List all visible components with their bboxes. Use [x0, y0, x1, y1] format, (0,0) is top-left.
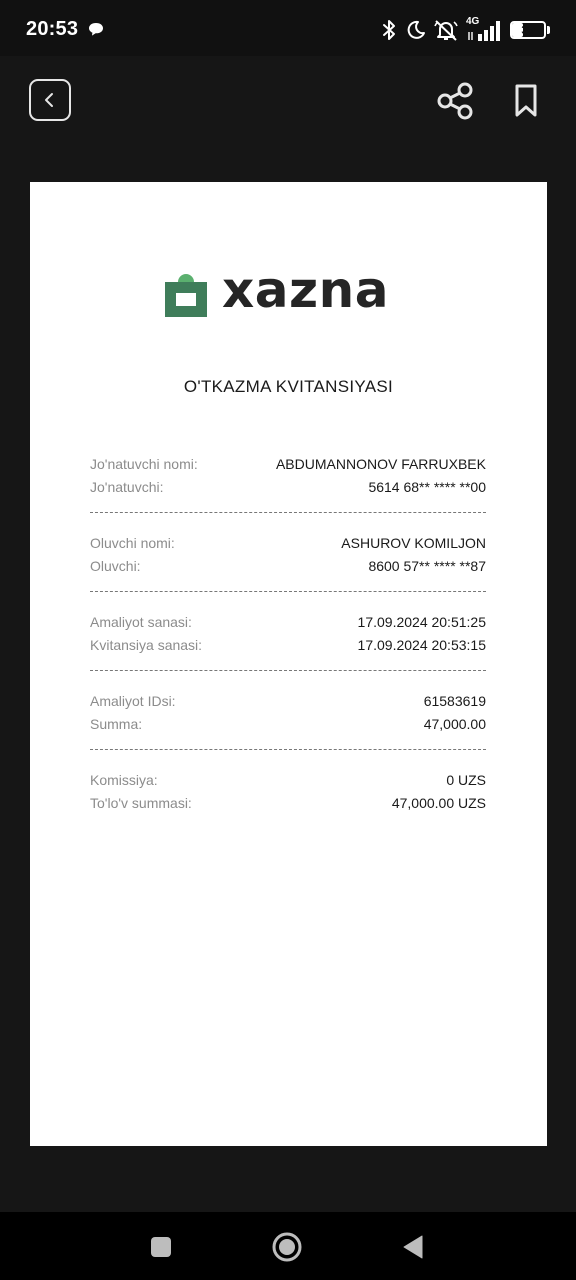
- row-label: Jo'natuvchi nomi:: [90, 455, 198, 472]
- receipt-title: O'TKAZMA KVITANSIYASI: [183, 377, 394, 396]
- share-button[interactable]: [436, 82, 476, 120]
- signal-4g-icon: 4G: [466, 16, 502, 42]
- row-label: Oluvchi:: [90, 557, 141, 574]
- status-icons: 4G 39: [380, 16, 550, 44]
- back-button[interactable]: [29, 79, 71, 121]
- moon-icon: [406, 20, 426, 40]
- dashed-divider: [90, 670, 486, 671]
- detail-row-amount: Summa: 47,000.00: [90, 712, 486, 735]
- row-label: Amaliyot IDsi:: [90, 692, 176, 709]
- row-value: ABDUMANNONOV FARRUXBEK: [275, 455, 486, 472]
- row-value: 17.09.2024 20:53:15: [357, 636, 486, 653]
- share-icon: [437, 82, 473, 120]
- nav-back-button[interactable]: [396, 1230, 430, 1264]
- bluetooth-icon: [380, 19, 398, 41]
- bookmark-button[interactable]: [510, 82, 542, 120]
- row-value: 61583619: [423, 692, 486, 709]
- detail-row-total: To'lo'v summasi: 47,000.00 UZS: [90, 791, 486, 814]
- detail-row-sender-card: Jo'natuvchi: 5614 68** **** **00: [90, 475, 486, 498]
- row-label: Kvitansiya sanasi:: [90, 636, 203, 653]
- mute-bell-icon: [434, 19, 458, 41]
- home-button[interactable]: [270, 1230, 304, 1264]
- triangle-back-icon: [403, 1235, 423, 1259]
- status-time: 20:53: [26, 18, 79, 40]
- detail-row-operation-id: Amaliyot IDsi: 61583619: [90, 689, 486, 712]
- row-label: Summa:: [90, 715, 143, 732]
- row-label: To'lo'v summasi:: [90, 794, 192, 811]
- battery-level: 39: [521, 23, 535, 37]
- detail-row-recipient-name: Oluvchi nomi: ASHUROV KOMILJON: [90, 531, 486, 554]
- row-value: 8600 57** **** **87: [368, 557, 486, 574]
- chat-bubble-icon: [88, 22, 104, 42]
- status-bar: 20:53 4G 39: [0, 0, 576, 56]
- row-value: 47,000.00 UZS: [391, 794, 486, 811]
- screen: 20:53 4G 39 xazna O'TKAZMA KVITANSIYASI …: [0, 0, 576, 1280]
- row-value: 0 UZS: [446, 771, 486, 788]
- battery-icon: 39: [510, 21, 550, 39]
- chevron-left-icon: [45, 93, 53, 107]
- circle-icon: [272, 1232, 302, 1262]
- row-value: 17.09.2024 20:51:25: [357, 613, 486, 630]
- xazna-logo: xazna: [164, 261, 414, 320]
- dashed-divider: [90, 512, 486, 513]
- logo-text: xazna: [222, 261, 389, 319]
- dashed-divider: [90, 591, 486, 592]
- row-value: ASHUROV KOMILJON: [341, 534, 486, 551]
- detail-row-sender-name: Jo'natuvchi nomi: ABDUMANNONOV FARRUXBEK: [90, 452, 486, 475]
- receipt: xazna O'TKAZMA KVITANSIYASI Jo'natuvchi …: [30, 182, 547, 1146]
- square-icon: [151, 1237, 171, 1257]
- detail-row-receipt-date: Kvitansiya sanasi: 17.09.2024 20:53:15: [90, 633, 486, 656]
- recents-button[interactable]: [144, 1230, 178, 1264]
- detail-row-commission: Komissiya: 0 UZS: [90, 768, 486, 791]
- xazna-logo-mark: [165, 274, 207, 317]
- row-label: Jo'natuvchi:: [90, 478, 164, 495]
- receipt-details: Jo'natuvchi nomi: ABDUMANNONOV FARRUXBEK…: [90, 452, 486, 814]
- row-label: Komissiya:: [90, 771, 158, 788]
- detail-row-operation-date: Amaliyot sanasi: 17.09.2024 20:51:25: [90, 610, 486, 633]
- dashed-divider: [90, 749, 486, 750]
- detail-row-recipient-card: Oluvchi: 8600 57** **** **87: [90, 554, 486, 577]
- bookmark-icon: [515, 84, 537, 117]
- row-label: Oluvchi nomi:: [90, 534, 175, 551]
- row-label: Amaliyot sanasi:: [90, 613, 192, 630]
- navigation-bar: [0, 1212, 576, 1280]
- row-value: 5614 68** **** **00: [368, 478, 486, 495]
- row-value: 47,000.00: [423, 715, 486, 732]
